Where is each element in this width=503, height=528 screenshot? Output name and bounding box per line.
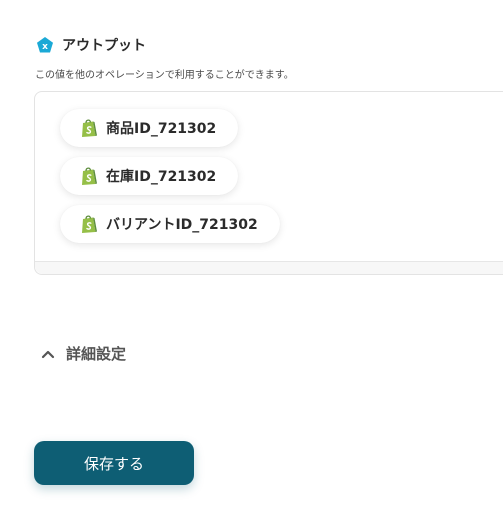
shopify-icon (80, 214, 98, 234)
chevron-up-icon (40, 346, 56, 362)
output-chip-label: 商品ID_721302 (106, 121, 217, 137)
output-chip-inventory-id[interactable]: 在庫ID_721302 (60, 157, 239, 195)
advanced-settings-toggle[interactable]: 詳細設定 (40, 343, 126, 364)
output-chip-label: 在庫ID_721302 (106, 169, 217, 185)
shopify-icon (80, 166, 98, 186)
output-panel: 商品ID_721302 在庫ID_721302 バリアントID_721302 (34, 91, 503, 275)
output-header: x アウトプット (36, 35, 146, 55)
shopify-icon (80, 118, 98, 138)
advanced-settings-label: 詳細設定 (66, 345, 127, 363)
output-panel-footer (35, 261, 503, 274)
save-button[interactable]: 保存する (34, 441, 194, 485)
svg-text:x: x (42, 42, 48, 52)
output-description: この値を他のオペレーションで利用することができます。 (35, 70, 294, 81)
output-chip-label: バリアントID_721302 (106, 217, 258, 233)
output-x-icon: x (36, 36, 54, 54)
output-title: アウトプット (62, 38, 146, 54)
output-chip-product-id[interactable]: 商品ID_721302 (60, 109, 239, 147)
output-chip-variant-id[interactable]: バリアントID_721302 (60, 205, 280, 243)
